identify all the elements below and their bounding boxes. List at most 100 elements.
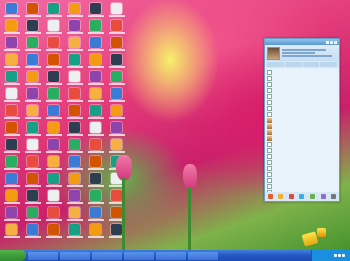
- qq-mail-icon[interactable]: [278, 194, 284, 199]
- desktop-shortcut-icon[interactable]: [27, 173, 38, 184]
- taskbar-item[interactable]: [28, 251, 58, 260]
- desktop-shortcut-icon[interactable]: [69, 224, 80, 235]
- taskbar-item[interactable]: [124, 251, 154, 260]
- message-notify-icon[interactable]: [301, 231, 319, 247]
- desktop-shortcut-icon[interactable]: [48, 122, 59, 133]
- qq-tab[interactable]: [320, 62, 337, 67]
- desktop-shortcut-icon[interactable]: [48, 20, 59, 31]
- taskbar-item[interactable]: [60, 251, 90, 260]
- taskbar-item[interactable]: [92, 251, 122, 260]
- desktop-shortcut-icon[interactable]: [69, 71, 80, 82]
- qq-tab[interactable]: [302, 62, 320, 67]
- qq-music-icon[interactable]: [299, 194, 305, 199]
- desktop-shortcut-icon[interactable]: [48, 224, 59, 235]
- desktop-shortcut-icon[interactable]: [27, 207, 38, 218]
- avatar[interactable]: [267, 46, 280, 60]
- desktop-shortcut-icon[interactable]: [90, 88, 101, 99]
- desktop-shortcut-icon[interactable]: [48, 207, 59, 218]
- qq-search-icon[interactable]: [320, 194, 326, 199]
- desktop-shortcut-icon[interactable]: [6, 54, 17, 65]
- desktop-shortcut-icon[interactable]: [27, 224, 38, 235]
- desktop-shortcut-icon[interactable]: [69, 20, 80, 31]
- desktop-shortcut-icon[interactable]: [111, 20, 122, 31]
- desktop-shortcut-icon[interactable]: [27, 105, 38, 116]
- desktop-shortcut-icon[interactable]: [111, 3, 122, 14]
- desktop-shortcut-icon[interactable]: [48, 173, 59, 184]
- desktop-shortcut-icon[interactable]: [90, 37, 101, 48]
- desktop-shortcut-icon[interactable]: [69, 54, 80, 65]
- qq-settings-icon[interactable]: [331, 194, 337, 199]
- desktop-shortcut-icon[interactable]: [27, 71, 38, 82]
- desktop-shortcut-icon[interactable]: [69, 3, 80, 14]
- desktop-shortcut-icon[interactable]: [6, 207, 17, 218]
- qq-game-icon[interactable]: [310, 194, 316, 199]
- desktop-shortcut-icon[interactable]: [27, 20, 38, 31]
- message-notify-icon[interactable]: [317, 228, 326, 237]
- desktop-shortcut-icon[interactable]: [27, 37, 38, 48]
- tray-icon[interactable]: [342, 254, 345, 257]
- desktop-shortcut-icon[interactable]: [111, 122, 122, 133]
- qq-menu-icon[interactable]: [267, 194, 273, 199]
- qq-buddy-window[interactable]: – □ ×: [264, 38, 340, 202]
- desktop-shortcut-icon[interactable]: [111, 88, 122, 99]
- tray-icon[interactable]: [334, 254, 337, 257]
- desktop-shortcut-icon[interactable]: [6, 173, 17, 184]
- desktop-shortcut-icon[interactable]: [69, 37, 80, 48]
- desktop-shortcut-icon[interactable]: [6, 88, 17, 99]
- desktop-shortcut-icon[interactable]: [69, 88, 80, 99]
- desktop-shortcut-icon[interactable]: [111, 105, 122, 116]
- desktop-shortcut-icon[interactable]: [6, 139, 17, 150]
- maximize-icon[interactable]: □: [330, 40, 333, 44]
- desktop-shortcut-icon[interactable]: [48, 156, 59, 167]
- desktop-shortcut-icon[interactable]: [6, 190, 17, 201]
- desktop-shortcut-icon[interactable]: [69, 122, 80, 133]
- desktop-shortcut-icon[interactable]: [6, 71, 17, 82]
- desktop-shortcut-icon[interactable]: [90, 207, 101, 218]
- desktop-shortcut-icon[interactable]: [6, 20, 17, 31]
- desktop-shortcut-icon[interactable]: [27, 3, 38, 14]
- desktop-shortcut-icon[interactable]: [90, 3, 101, 14]
- minimize-icon[interactable]: –: [326, 40, 329, 44]
- desktop-shortcut-icon[interactable]: [6, 105, 17, 116]
- desktop-shortcut-icon[interactable]: [90, 71, 101, 82]
- desktop-shortcut-icon[interactable]: [69, 156, 80, 167]
- desktop-shortcut-icon[interactable]: [48, 88, 59, 99]
- taskbar-item[interactable]: [156, 251, 186, 260]
- desktop-shortcut-icon[interactable]: [48, 37, 59, 48]
- desktop-shortcut-icon[interactable]: [69, 190, 80, 201]
- qq-profile-panel[interactable]: [265, 45, 339, 61]
- desktop-shortcut-icon[interactable]: [90, 156, 101, 167]
- desktop-shortcut-icon[interactable]: [48, 139, 59, 150]
- desktop-shortcut-icon[interactable]: [111, 71, 122, 82]
- desktop-shortcut-icon[interactable]: [90, 139, 101, 150]
- desktop-shortcut-icon[interactable]: [48, 71, 59, 82]
- desktop-shortcut-icon[interactable]: [27, 190, 38, 201]
- desktop-shortcut-icon[interactable]: [6, 3, 17, 14]
- desktop-shortcut-icon[interactable]: [90, 54, 101, 65]
- tray-icon[interactable]: [338, 254, 341, 257]
- desktop-shortcut-icon[interactable]: [69, 139, 80, 150]
- taskbar-item[interactable]: [188, 251, 218, 260]
- desktop-shortcut-icon[interactable]: [6, 122, 17, 133]
- desktop-shortcut-icon[interactable]: [6, 156, 17, 167]
- qq-zone-icon[interactable]: [288, 194, 294, 199]
- desktop-shortcut-icon[interactable]: [69, 173, 80, 184]
- desktop-shortcut-icon[interactable]: [111, 37, 122, 48]
- desktop-shortcut-icon[interactable]: [90, 122, 101, 133]
- desktop-shortcut-icon[interactable]: [69, 105, 80, 116]
- desktop-shortcut-icon[interactable]: [6, 224, 17, 235]
- desktop-shortcut-icon[interactable]: [111, 139, 122, 150]
- qq-tab[interactable]: [267, 62, 284, 67]
- desktop-shortcut-icon[interactable]: [111, 54, 122, 65]
- start-button[interactable]: [0, 250, 26, 261]
- desktop-shortcut-icon[interactable]: [48, 3, 59, 14]
- desktop-shortcut-icon[interactable]: [90, 105, 101, 116]
- qq-tab[interactable]: [284, 62, 302, 67]
- desktop-shortcut-icon[interactable]: [27, 156, 38, 167]
- desktop-shortcut-icon[interactable]: [90, 173, 101, 184]
- desktop-shortcut-icon[interactable]: [90, 190, 101, 201]
- desktop-shortcut-icon[interactable]: [48, 190, 59, 201]
- desktop-shortcut-icon[interactable]: [90, 224, 101, 235]
- desktop-shortcut-icon[interactable]: [27, 139, 38, 150]
- desktop-shortcut-icon[interactable]: [27, 54, 38, 65]
